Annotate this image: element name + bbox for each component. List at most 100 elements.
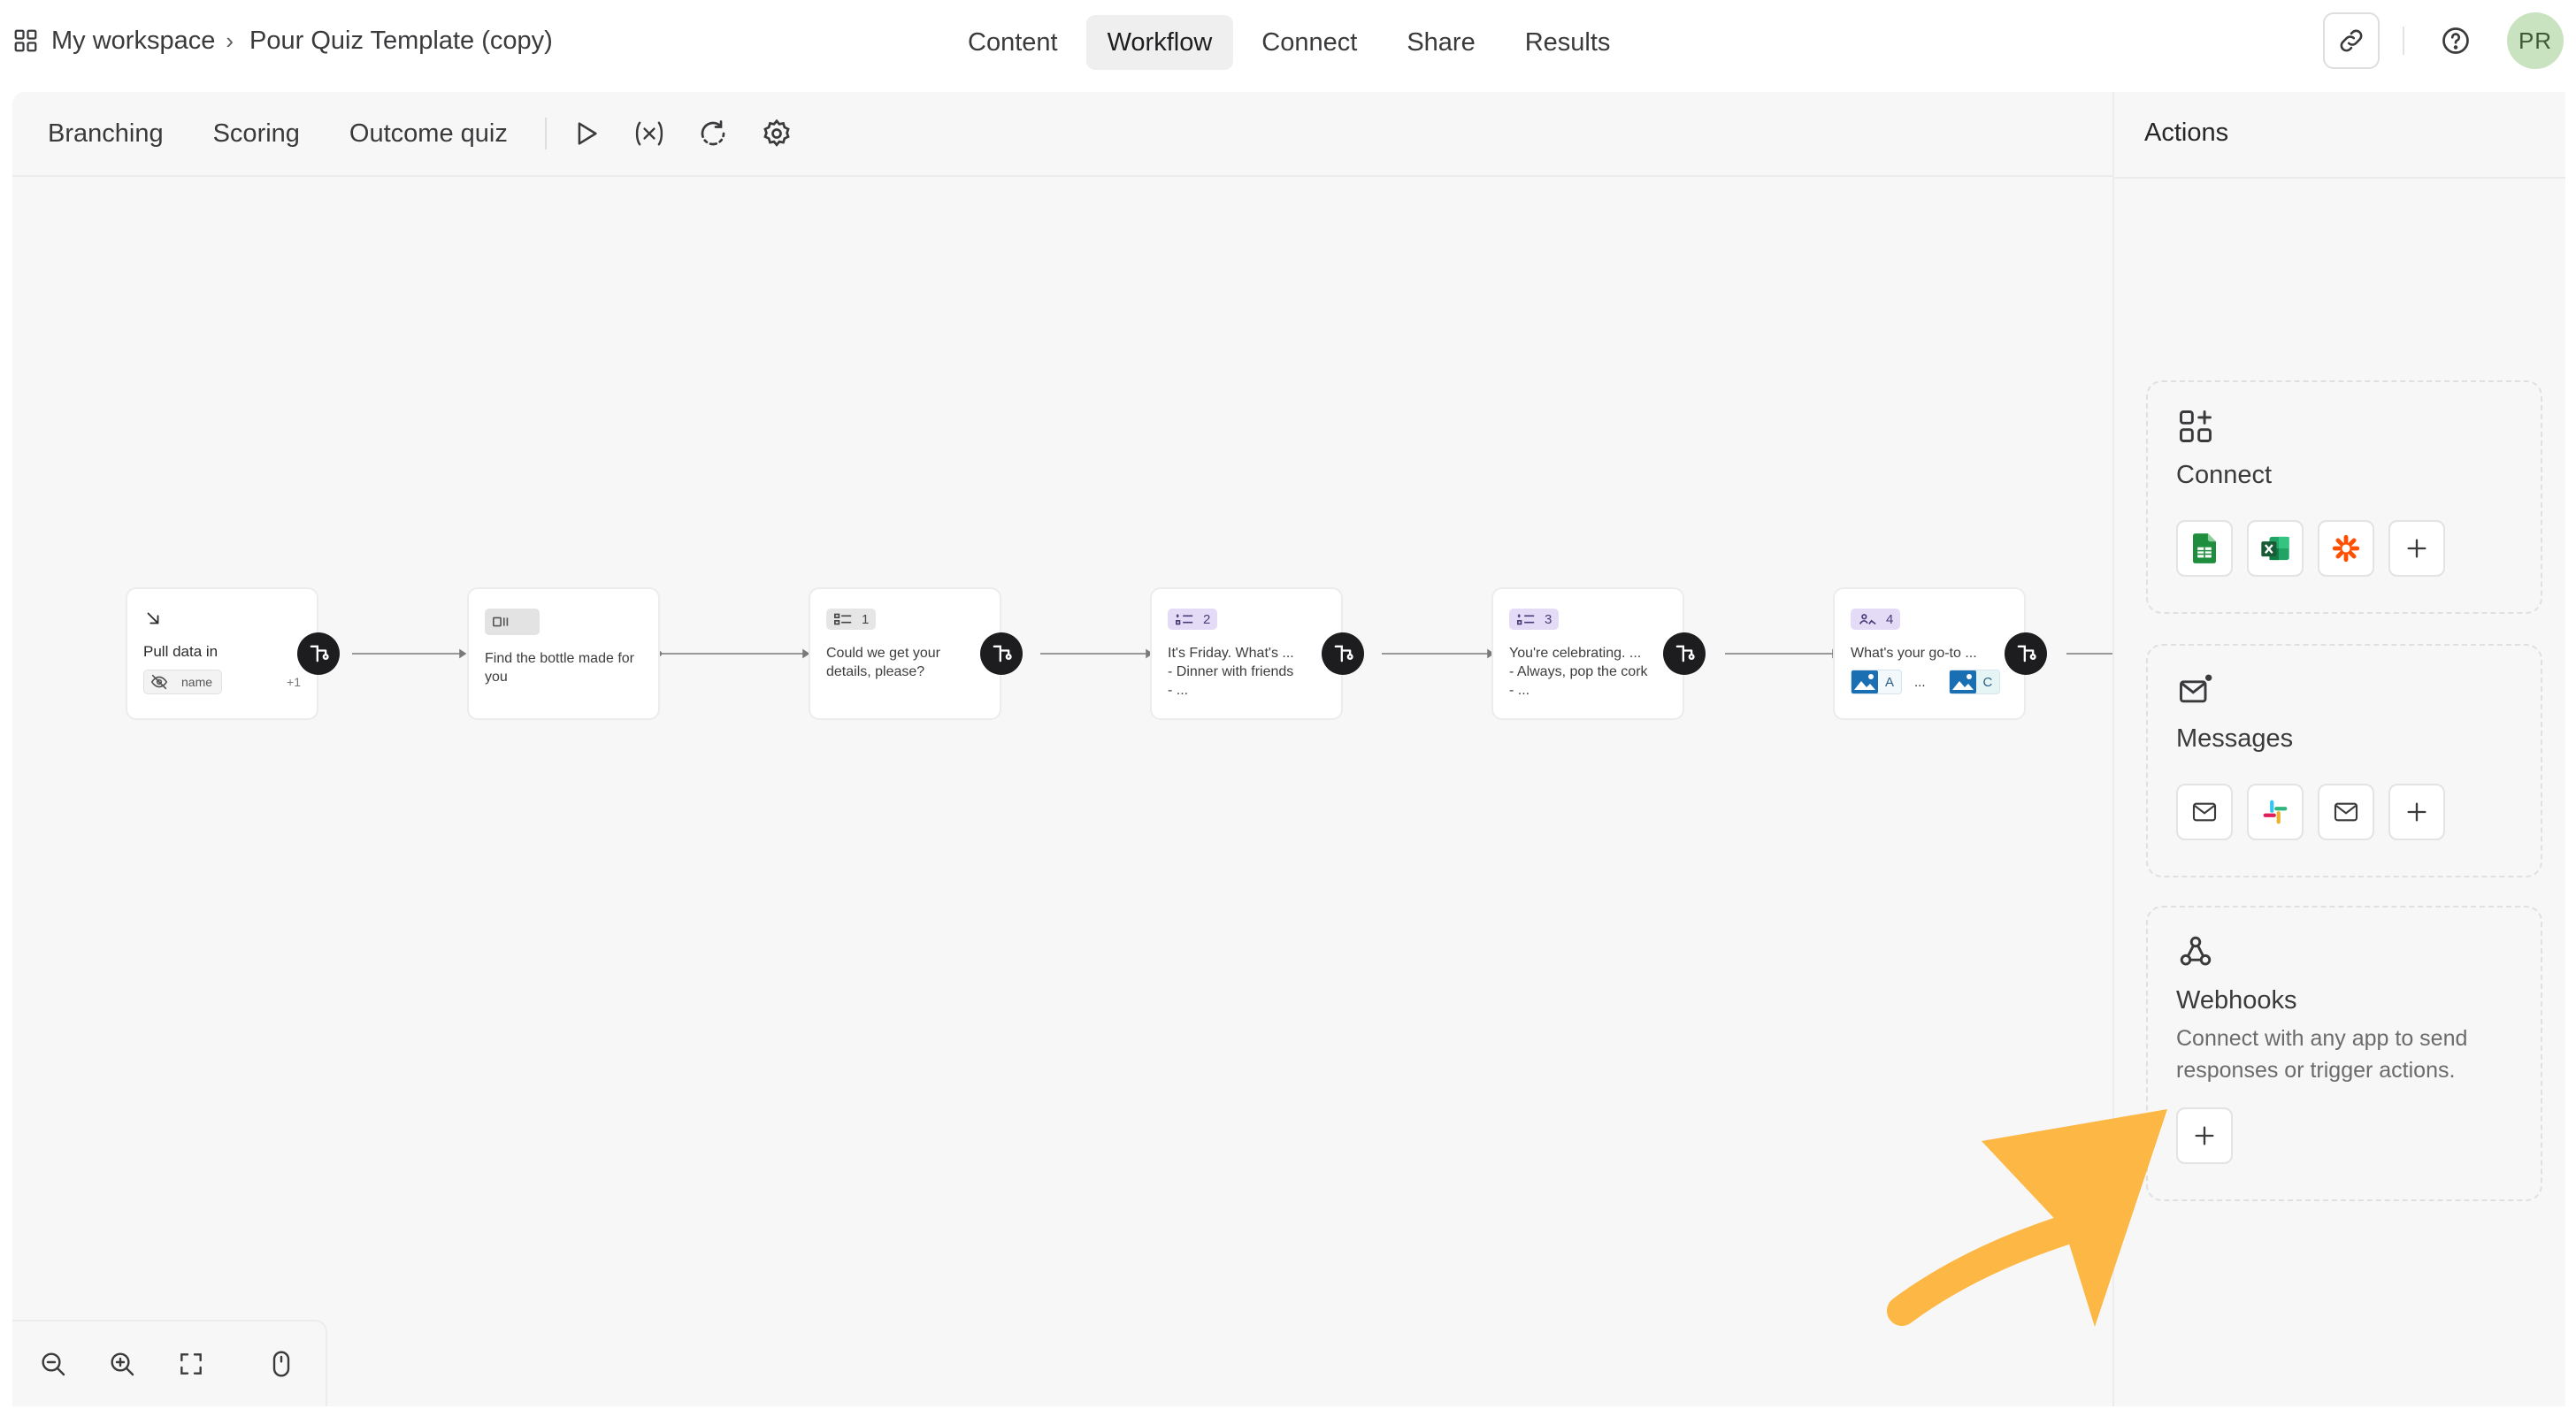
tab-content[interactable]: Content: [947, 15, 1079, 70]
branch-icon: [1334, 645, 1353, 663]
tag-label: name: [181, 675, 213, 689]
multiple-choice-icon: [1176, 614, 1193, 625]
breadcrumb-workspace[interactable]: My workspace: [51, 27, 215, 56]
branch-icon: [1675, 645, 1695, 663]
workflow-canvas[interactable]: Branching Scoring Outcome quiz Pull data…: [12, 92, 2112, 1406]
branch-button[interactable]: [2005, 632, 2047, 675]
messages-card: Messages: [2146, 644, 2542, 877]
plus-icon: [2195, 1126, 2214, 1145]
node-text: Find the bottle made for you: [485, 651, 634, 685]
google-sheets-icon: [2193, 533, 2216, 563]
zoom-out-button[interactable]: [39, 1349, 67, 1379]
webhooks-card: Webhooks Connect with any app to send re…: [2146, 906, 2542, 1201]
tab-workflow[interactable]: Workflow: [1085, 15, 1234, 70]
breadcrumb: My workspace › Pour Quiz Template (copy): [12, 23, 553, 58]
picture-choice-icon: [1859, 614, 1876, 625]
workflow-node-2[interactable]: 2 It's Friday. What's ... - Dinner with …: [1150, 587, 1343, 720]
help-icon: [2442, 27, 2469, 54]
question-number: 4: [1886, 611, 1894, 627]
branch-button[interactable]: [980, 632, 1023, 675]
question-type-tag: 3: [1509, 609, 1560, 630]
email-notification-button[interactable]: [2176, 784, 2233, 840]
zoom-out-icon: [42, 1352, 65, 1376]
link-icon: [2340, 29, 2363, 52]
workflow-node-4[interactable]: 4 What's your go-to ... A ... C: [1833, 587, 2026, 720]
question-number: 1: [862, 611, 870, 627]
mail-notification-icon: [2180, 674, 2212, 703]
copy-link-button[interactable]: [2323, 12, 2380, 69]
node-line-2: - Always, pop the cork: [1509, 664, 1648, 679]
mouse-icon: [272, 1351, 290, 1377]
question-number: 2: [1203, 611, 1211, 627]
excel-button[interactable]: [2247, 520, 2304, 577]
branch-icon: [310, 645, 329, 663]
mail-icon: [2334, 802, 2358, 822]
webhooks-description: Connect with any app to send responses o…: [2176, 1026, 2468, 1083]
node-line-1: What's your go-to ...: [1851, 646, 1977, 661]
hidden-field-tag: name: [143, 670, 223, 694]
tab-connect[interactable]: Connect: [1240, 15, 1378, 70]
avatar[interactable]: PR: [2507, 12, 2564, 69]
mouse-mode-button[interactable]: [269, 1349, 294, 1379]
respondent-email-button[interactable]: [2318, 784, 2374, 840]
slack-button[interactable]: [2247, 784, 2304, 840]
add-message-button[interactable]: [2388, 784, 2445, 840]
node-line-1: You're celebrating. ...: [1509, 646, 1642, 661]
main-tabs: Content Workflow Connect Share Results: [947, 15, 1638, 70]
divider: [2403, 27, 2404, 55]
mail-icon: [2192, 802, 2217, 822]
help-button[interactable]: [2427, 12, 2484, 69]
eye-off-icon: [150, 674, 168, 690]
image-icon: [1852, 670, 1878, 693]
question-type-tag: 4: [1851, 609, 1901, 630]
zoom-in-button[interactable]: [108, 1349, 136, 1379]
arrow-down-right-icon: [147, 612, 159, 624]
workflow-node-pull-data[interactable]: Pull data in name +1: [126, 587, 318, 720]
more-count: +1: [287, 675, 301, 689]
branch-icon: [2017, 645, 2036, 663]
ellipsis: ...: [1914, 674, 1926, 690]
contact-info-icon: [834, 613, 852, 625]
slack-icon: [2263, 800, 2288, 824]
google-sheets-button[interactable]: [2176, 520, 2233, 577]
branch-button[interactable]: [1322, 632, 1364, 675]
plus-icon: [2407, 802, 2426, 822]
actions-title: Actions: [2144, 119, 2229, 147]
connect-integrations: [2176, 520, 2512, 577]
apps-grid-icon[interactable]: [12, 27, 39, 54]
top-right-controls: PR: [2323, 12, 2564, 69]
zapier-button[interactable]: [2318, 520, 2374, 577]
branch-button[interactable]: [1663, 632, 1706, 675]
question-number: 3: [1545, 611, 1552, 627]
messages-title: Messages: [2176, 724, 2294, 753]
node-text: Could we get your details, please?: [826, 646, 940, 679]
tab-share[interactable]: Share: [1385, 15, 1496, 70]
edges-layer: [352, 648, 2112, 659]
welcome-screen-icon: [493, 617, 509, 627]
image-choice-c: C: [1948, 670, 2001, 694]
breadcrumb-form-title[interactable]: Pour Quiz Template (copy): [249, 27, 553, 56]
choice-letter: C: [1982, 674, 1993, 690]
plus-icon: [2407, 539, 2426, 558]
fullscreen-icon: [180, 1353, 202, 1375]
node-line-2: - Dinner with friends: [1168, 664, 1294, 679]
webhooks-title: Webhooks: [2176, 986, 2297, 1015]
workflow-node-3[interactable]: 3 You're celebrating. ... - Always, pop …: [1491, 587, 1684, 720]
choice-letter: A: [1885, 674, 1895, 690]
webhook-actions: [2176, 1107, 2512, 1164]
welcome-screen-tag: [485, 609, 540, 635]
fit-view-button[interactable]: [177, 1349, 205, 1379]
zoom-controls: [12, 1320, 327, 1406]
zapier-icon: [2332, 534, 2360, 563]
branch-button[interactable]: [297, 632, 340, 675]
workflow-node-1[interactable]: 1 Could we get your details, please?: [809, 587, 1001, 720]
image-icon: [1949, 670, 1976, 693]
add-connect-button[interactable]: [2388, 520, 2445, 577]
question-type-tag: 2: [1168, 609, 1218, 630]
image-choice-a: A: [1851, 670, 1903, 694]
webhook-icon: [2180, 936, 2212, 966]
branch-icon: [993, 645, 1012, 663]
zoom-in-icon: [111, 1352, 134, 1376]
tab-results[interactable]: Results: [1504, 15, 1632, 70]
workflow-node-welcome[interactable]: Find the bottle made for you: [467, 587, 660, 720]
